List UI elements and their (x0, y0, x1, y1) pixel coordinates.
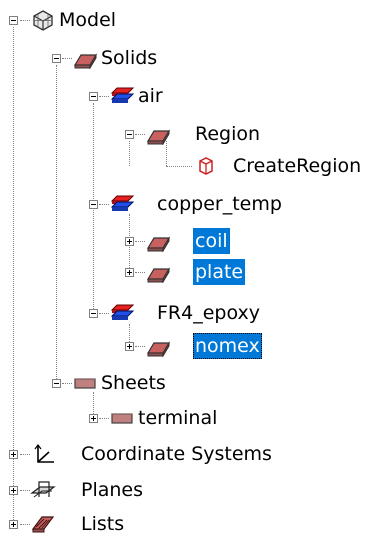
tree-node-air[interactable]: air (136, 83, 165, 109)
tree-node-planes[interactable]: Planes (79, 477, 145, 503)
coordinate-axes-icon (30, 443, 56, 465)
tree-node-create-region[interactable]: CreateRegion (231, 153, 363, 179)
tree-node-plate[interactable]: plate (193, 259, 246, 285)
expand-toggle-coordinate-systems[interactable] (9, 450, 18, 459)
tree-connector (135, 241, 145, 242)
solid-box-icon (145, 335, 171, 357)
collapse-toggle-solids[interactable] (52, 54, 61, 63)
tree-connector (62, 58, 72, 59)
tree-connector (135, 134, 145, 135)
tree-connector (99, 204, 109, 205)
tree-connector (99, 313, 109, 314)
tree-connector (99, 418, 109, 419)
tree-connector (20, 524, 30, 525)
tree-node-coordinate-systems[interactable]: Coordinate Systems (79, 441, 274, 467)
material-group-icon (109, 193, 135, 215)
material-group-icon (109, 302, 135, 324)
tree-node-solids[interactable]: Solids (99, 45, 159, 71)
material-group-icon (109, 85, 135, 107)
tree-node-model[interactable]: Model (57, 7, 118, 33)
tree-node-region[interactable]: Region (193, 121, 262, 147)
expand-toggle-plate[interactable] (125, 268, 134, 277)
tree-connector (135, 346, 145, 347)
collapse-toggle-model[interactable] (9, 16, 18, 25)
tree-node-coil[interactable]: coil (193, 228, 230, 254)
tree-connector (135, 272, 145, 273)
tree-node-fr4-epoxy[interactable]: FR4_epoxy (155, 300, 262, 326)
tree-node-terminal[interactable]: terminal (136, 405, 219, 431)
planes-icon (30, 479, 56, 501)
tree-connector (166, 166, 192, 167)
solid-box-icon (145, 123, 171, 145)
tree-node-nomex[interactable]: nomex (193, 333, 262, 359)
tree-connector (20, 490, 30, 491)
tree-connector (20, 20, 30, 21)
sheet-icon (72, 372, 98, 394)
tree-connector (62, 383, 72, 384)
sheet-icon (109, 407, 135, 429)
expand-toggle-lists[interactable] (9, 520, 18, 529)
create-region-icon (193, 155, 219, 177)
expand-toggle-coil[interactable] (125, 237, 134, 246)
collapse-toggle-sheets[interactable] (52, 379, 61, 388)
collapse-toggle-copper-temp[interactable] (89, 200, 98, 209)
expand-toggle-nomex[interactable] (125, 342, 134, 351)
tree-connector (99, 96, 109, 97)
tree-node-lists[interactable]: Lists (79, 511, 126, 537)
tree-node-sheets[interactable]: Sheets (99, 370, 168, 396)
expand-toggle-planes[interactable] (9, 486, 18, 495)
tree-connector (20, 454, 30, 455)
tree-node-copper-temp[interactable]: copper_temp (155, 191, 284, 217)
collapse-toggle-region[interactable] (125, 130, 134, 139)
model-icon (30, 9, 56, 31)
lists-icon (30, 513, 56, 535)
tree-connector (56, 65, 57, 383)
solid-box-icon (145, 261, 171, 283)
expand-toggle-terminal[interactable] (89, 414, 98, 423)
model-tree: Model Solids air Region CreateRegion cop… (0, 0, 378, 537)
solid-box-icon (72, 47, 98, 69)
solid-box-icon (145, 230, 171, 252)
collapse-toggle-fr4-epoxy[interactable] (89, 309, 98, 318)
tree-connector (129, 141, 130, 166)
collapse-toggle-air[interactable] (89, 92, 98, 101)
